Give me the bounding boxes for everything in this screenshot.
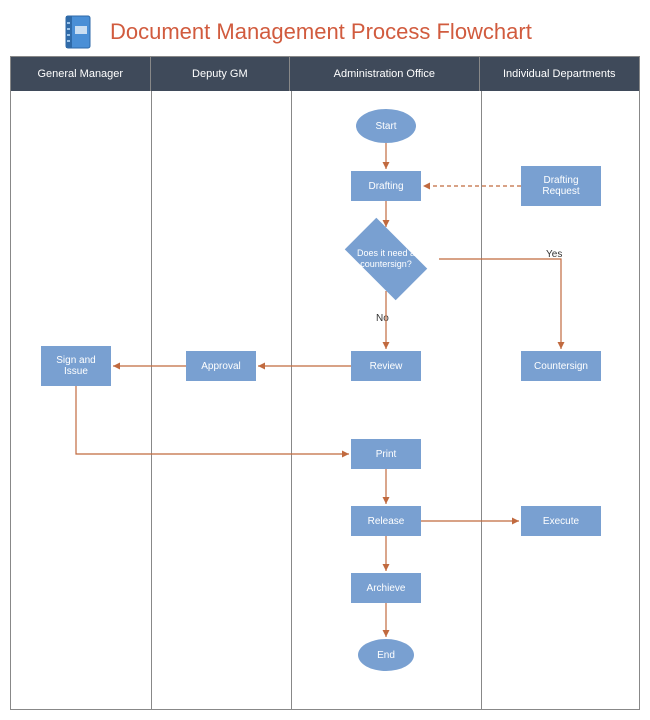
node-start: Start	[356, 109, 416, 143]
node-decision: Does it need a countersign?	[331, 224, 441, 294]
swimlane-container: General Manager Deputy GM Administration…	[10, 56, 640, 710]
node-print: Print	[351, 439, 421, 469]
flowchart-page: Document Management Process Flowchart Ge…	[0, 0, 650, 720]
lane-headers: General Manager Deputy GM Administration…	[11, 57, 639, 91]
node-review: Review	[351, 351, 421, 381]
node-archive: Archieve	[351, 573, 421, 603]
lane-header-gm: General Manager	[11, 57, 151, 91]
node-approval: Approval	[186, 351, 256, 381]
title-row: Document Management Process Flowchart	[10, 8, 640, 62]
page-title: Document Management Process Flowchart	[110, 19, 532, 45]
node-release: Release	[351, 506, 421, 536]
lane-header-dgm: Deputy GM	[151, 57, 291, 91]
node-decision-label: Does it need a countersign?	[331, 248, 441, 270]
node-drafting-request: Drafting Request	[521, 166, 601, 206]
node-end: End	[358, 639, 414, 671]
node-execute: Execute	[521, 506, 601, 536]
node-sign-issue: Sign and Issue	[41, 346, 111, 386]
binder-icon	[60, 12, 96, 52]
edge-label-no: No	[376, 313, 389, 324]
lane-header-dept: Individual Departments	[480, 57, 639, 91]
lane-separator	[291, 91, 292, 709]
lane-separator	[151, 91, 152, 709]
node-drafting: Drafting	[351, 171, 421, 201]
lane-body: Start Drafting Does it need a countersig…	[11, 91, 639, 709]
edge-label-yes: Yes	[546, 249, 562, 260]
lane-separator	[481, 91, 482, 709]
lane-header-admin: Administration Office	[290, 57, 479, 91]
node-countersign: Countersign	[521, 351, 601, 381]
